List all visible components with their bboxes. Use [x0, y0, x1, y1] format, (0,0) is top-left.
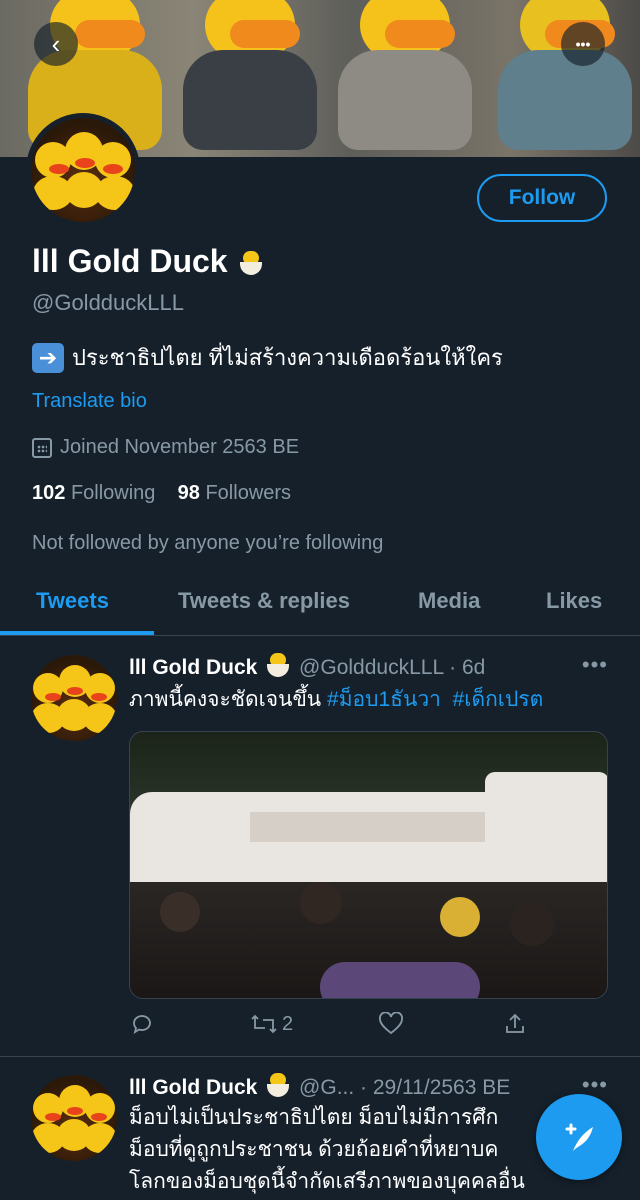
active-tab-indicator [0, 631, 154, 635]
tweet-body: ภาพนี้คงจะชัดเจนขึ้น [129, 688, 322, 711]
translate-bio-link[interactable]: Translate bio [32, 390, 147, 413]
profile-handle: @GoldduckLLL [32, 290, 184, 315]
tab-likes[interactable]: Likes [546, 588, 602, 614]
reply-button[interactable] [130, 1012, 154, 1036]
retweet-count: 2 [282, 1012, 294, 1035]
compose-quill-icon [565, 1123, 593, 1151]
tweet-text-line: โลกของม็อบชุดนี้จำกัดเสรีภาพของบุคคลอื่น [129, 1170, 525, 1193]
hatching-chick-icon [238, 250, 264, 276]
tweet-actions: 2 [0, 1012, 640, 1042]
tweet-avatar[interactable] [31, 1075, 117, 1161]
back-button[interactable]: ‹ [34, 22, 78, 66]
avatar-image [31, 118, 135, 222]
profile-avatar[interactable] [26, 113, 140, 227]
tab-media[interactable]: Media [418, 588, 480, 614]
share-icon [506, 1013, 524, 1033]
more-icon: ••• [575, 36, 591, 52]
following-count: 102 [32, 482, 66, 504]
retweet-icon [251, 1014, 277, 1034]
followers-label: Followers [205, 482, 292, 504]
calendar-icon [32, 437, 52, 458]
tweet-text-line: ม็อบที่ดูถูกประชาชน ด้วยถ้อยคำที่หยาบค [129, 1138, 499, 1161]
chevron-left-icon: ‹ [51, 28, 61, 59]
hashtag-link[interactable]: #ม็อบ1ธันวา [327, 688, 441, 711]
hatching-chick-icon [265, 1072, 291, 1098]
tweet-header: lll Gold Duck @G... · 29/11/2563 BE [129, 1072, 510, 1100]
banner-duck [175, 0, 325, 157]
profile-name: lll Gold Duck [32, 243, 266, 280]
compose-tweet-button[interactable] [536, 1094, 622, 1180]
tweet-divider [0, 1056, 640, 1057]
follow-button[interactable]: Follow [477, 174, 607, 222]
like-button[interactable] [378, 1012, 404, 1036]
tweet-author-name[interactable]: lll Gold Duck [129, 1076, 257, 1099]
tweet-text: ภาพนี้คงจะชัดเจนขึ้น #ม็อบ1ธันวา #เด็กเป… [129, 686, 543, 714]
banner-duck [490, 0, 640, 157]
joined-date: Joined November 2563 BE [32, 436, 299, 459]
share-button[interactable] [503, 1012, 527, 1036]
retweet-button[interactable]: 2 [250, 1012, 293, 1036]
tweet-header: lll Gold Duck @GoldduckLLL · 6d [129, 652, 485, 680]
reply-icon [133, 1015, 151, 1034]
profile-tabs: Tweets Tweets & replies Media Likes [0, 578, 640, 636]
tab-tweets[interactable]: Tweets [36, 588, 109, 614]
tweet-media-photo[interactable] [129, 731, 608, 999]
following-link[interactable]: 102 Following [32, 482, 155, 504]
banner-duck [330, 0, 480, 157]
heart-icon [379, 1012, 403, 1035]
profile-bio: ➔ ประชาธิปไตย ที่ไม่สร้างความเดือดร้อนให… [32, 340, 503, 375]
followers-link[interactable]: 98 Followers [178, 482, 291, 504]
photo-van [485, 772, 607, 892]
tab-tweets-replies[interactable]: Tweets & replies [178, 588, 350, 614]
hatching-chick-icon [265, 652, 291, 678]
hashtag-link[interactable]: #เด็กเปรต [453, 688, 544, 711]
tweet-more-icon[interactable]: ••• [582, 652, 608, 678]
joined-text: Joined November 2563 BE [60, 436, 300, 458]
bio-text: ประชาธิปไตย ที่ไม่สร้างความเดือดร้อนให้ใ… [72, 345, 503, 370]
followers-count: 98 [177, 482, 200, 504]
tweet-handle-time: @G... · 29/11/2563 BE [299, 1076, 511, 1099]
profile-name-text: lll Gold Duck [32, 243, 228, 279]
more-options-button[interactable]: ••• [561, 22, 605, 66]
tweet-text-line: ม็อบไม่เป็นประชาธิปไตย ม็อบไม่มีการศึก [129, 1106, 499, 1129]
follow-stats: 102 Following 98 Followers [32, 482, 291, 505]
right-arrow-icon: ➔ [32, 342, 64, 373]
tweet-handle-time: @GoldduckLLL · 6d [299, 656, 486, 679]
not-followed-note: Not followed by anyone you’re following [32, 532, 384, 554]
tweet-author-name[interactable]: lll Gold Duck [129, 656, 257, 679]
following-label: Following [70, 482, 156, 504]
tweet-avatar[interactable] [31, 655, 117, 741]
